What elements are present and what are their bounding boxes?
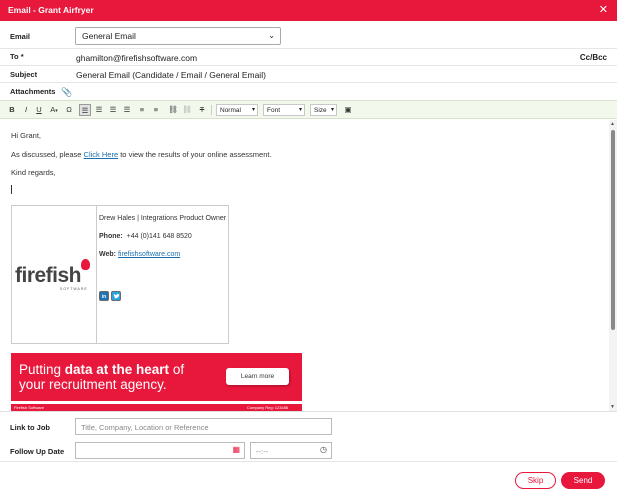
ordered-list-icon[interactable]: ≡ bbox=[137, 104, 147, 116]
body-line-1: As discussed, please Click Here to view … bbox=[11, 150, 272, 159]
skip-button[interactable]: Skip bbox=[515, 472, 556, 489]
email-body-editor[interactable]: Hi Grant, As discussed, please Click Her… bbox=[0, 120, 609, 411]
to-field[interactable]: ghamilton@firefishsoftware.com bbox=[76, 53, 197, 63]
twitter-icon[interactable] bbox=[111, 291, 121, 301]
window-title: Email - Grant Airfryer bbox=[8, 5, 94, 15]
scrollbar-thumb[interactable] bbox=[611, 130, 615, 330]
chevron-down-icon: ▾ bbox=[298, 107, 302, 113]
clock-icon[interactable]: ◷ bbox=[320, 445, 327, 454]
special-char-button[interactable]: Ω bbox=[64, 104, 74, 116]
paperclip-icon[interactable]: 📎 bbox=[61, 87, 72, 98]
phone-value: +44 (0)141 648 8520 bbox=[126, 233, 192, 240]
attachments-row: Attachments 📎 bbox=[0, 83, 617, 100]
dialog-footer: Skip Send bbox=[0, 461, 617, 499]
unlink-icon[interactable]: ⛓ bbox=[182, 104, 192, 116]
ccbcc-button[interactable]: Cc/Bcc bbox=[580, 53, 607, 62]
size-select[interactable]: Size ▾ bbox=[310, 104, 337, 116]
link-to-job-input[interactable]: Title, Company, Location or Reference bbox=[75, 418, 332, 435]
subject-field[interactable]: General Email (Candidate / Email / Gener… bbox=[76, 70, 266, 80]
signature-name-title: Drew Hales | Integrations Product Owner bbox=[99, 215, 227, 222]
banner-line-2: your recruitment agency. bbox=[19, 377, 167, 392]
phone-label: Phone: bbox=[99, 233, 123, 240]
italic-button[interactable]: I bbox=[22, 104, 30, 116]
follow-up-date-label: Follow Up Date bbox=[10, 447, 65, 456]
linkedin-icon[interactable]: in bbox=[99, 291, 109, 301]
send-button[interactable]: Send bbox=[561, 472, 605, 489]
signature-web: Web: firefishsoftware.com bbox=[99, 251, 180, 258]
align-right-icon[interactable]: ☰ bbox=[108, 104, 118, 116]
web-label: Web: bbox=[99, 251, 116, 258]
to-row: To * ghamilton@firefishsoftware.com Cc/B… bbox=[0, 49, 617, 66]
scroll-up-icon[interactable]: ▲ bbox=[610, 121, 615, 127]
editor-scrollbar[interactable]: ▲ ▼ bbox=[609, 120, 617, 411]
link-icon[interactable]: ⛓ bbox=[168, 104, 178, 116]
underline-button[interactable]: U bbox=[35, 104, 43, 116]
banner-footer-right: Company Reg: 123456 bbox=[247, 405, 289, 410]
bullet-list-icon[interactable]: ≡ bbox=[151, 104, 161, 116]
attachments-label: Attachments bbox=[10, 87, 56, 96]
logo-subtitle: SOFTWARE bbox=[60, 287, 88, 291]
learn-more-button[interactable]: Learn more bbox=[226, 368, 289, 385]
align-left-icon[interactable]: ☰ bbox=[79, 104, 91, 116]
toolbar-separator bbox=[211, 105, 212, 115]
font-select[interactable]: Font ▾ bbox=[263, 104, 305, 116]
calendar-icon[interactable]: ▦ bbox=[232, 445, 240, 454]
firefish-logo: firefish SOFTWARE bbox=[15, 259, 95, 291]
follow-up-time-input[interactable]: --:-- ◷ bbox=[250, 442, 332, 459]
subject-label: Subject bbox=[10, 70, 38, 79]
email-label: Email bbox=[10, 32, 31, 41]
editor-toolbar: B I U A▾ Ω ☰ ☰ ☰ ☰ ≡ ≡ ⛓ ⛓ T Normal ▾ Fon… bbox=[0, 100, 617, 119]
link-to-job-label: Link to Job bbox=[10, 423, 50, 432]
banner-line-1: Putting data at the heart of bbox=[19, 362, 184, 377]
web-link[interactable]: firefishsoftware.com bbox=[118, 251, 180, 258]
size-select-value: Size bbox=[314, 107, 327, 114]
style-select[interactable]: Normal ▾ bbox=[216, 104, 258, 116]
text-caret bbox=[11, 185, 12, 194]
chevron-down-icon: ▾ bbox=[330, 107, 334, 113]
logo-wordmark: firefish bbox=[15, 264, 82, 287]
image-icon[interactable]: ▣ bbox=[343, 104, 353, 116]
signature-phone: Phone: +44 (0)141 648 8520 bbox=[99, 233, 192, 240]
follow-up-date-input[interactable]: ▦ bbox=[75, 442, 245, 459]
body-line-1-start: As discussed, please bbox=[11, 150, 84, 159]
banner-line-1-end: of bbox=[169, 362, 185, 377]
scroll-down-icon[interactable]: ▼ bbox=[610, 404, 615, 410]
chevron-down-icon: ▾ bbox=[55, 108, 58, 114]
chevron-down-icon: ⌄ bbox=[268, 31, 275, 40]
banner-line-1-start: Putting bbox=[19, 362, 65, 377]
to-label: To * bbox=[10, 52, 24, 61]
align-justify-icon[interactable]: ☰ bbox=[122, 104, 132, 116]
style-select-value: Normal bbox=[220, 107, 241, 114]
clear-format-icon[interactable]: T bbox=[197, 104, 207, 116]
align-center-icon[interactable]: ☰ bbox=[94, 104, 104, 116]
bold-button[interactable]: B bbox=[8, 104, 16, 116]
email-signature: firefish SOFTWARE Drew Hales | Integrati… bbox=[11, 205, 229, 344]
banner-footer-strip: Firefish Software Company Reg: 123456 bbox=[11, 404, 302, 411]
signature-divider bbox=[96, 206, 97, 343]
title-bar: Email - Grant Airfryer ✕ bbox=[0, 0, 617, 21]
banner-footer-left: Firefish Software bbox=[14, 405, 45, 410]
click-here-link[interactable]: Click Here bbox=[84, 150, 119, 159]
job-link-section: Link to Job Title, Company, Location or … bbox=[0, 411, 617, 461]
greeting-text: Hi Grant, bbox=[11, 131, 42, 140]
banner-line-1-bold: data at the heart bbox=[64, 362, 170, 377]
font-select-value: Font bbox=[267, 107, 281, 114]
promo-banner[interactable]: Putting data at the heart of your recrui… bbox=[11, 353, 302, 401]
subject-row: Subject General Email (Candidate / Email… bbox=[0, 66, 617, 83]
close-icon[interactable]: ✕ bbox=[599, 3, 608, 16]
flame-icon bbox=[81, 259, 90, 270]
email-template-select[interactable]: General Email ⌄ bbox=[75, 27, 281, 45]
time-placeholder: --:-- bbox=[256, 447, 269, 456]
email-template-value: General Email bbox=[82, 31, 136, 41]
text-color-button[interactable]: A▾ bbox=[48, 104, 60, 116]
email-template-row: Email General Email ⌄ bbox=[0, 21, 617, 49]
chevron-down-icon: ▾ bbox=[251, 107, 255, 113]
body-line-1-end: to view the results of your online asses… bbox=[118, 150, 272, 159]
closing-text: Kind regards, bbox=[11, 168, 56, 177]
